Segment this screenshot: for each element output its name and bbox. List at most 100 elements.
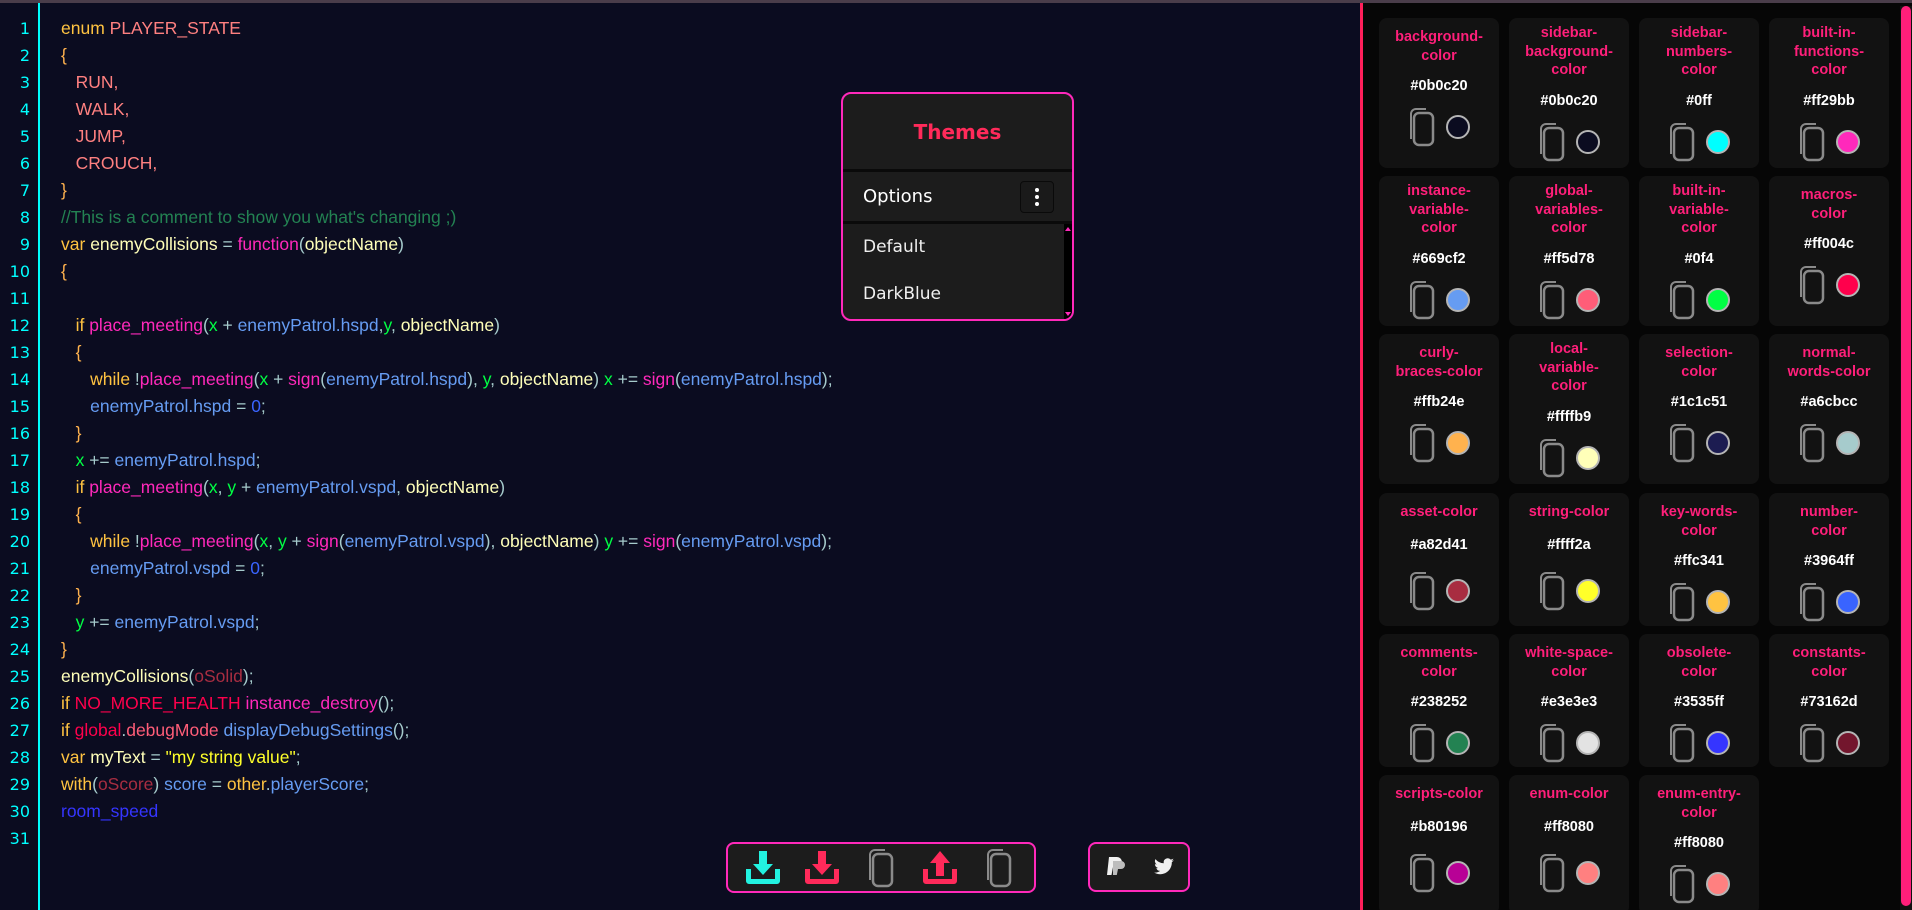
code-line[interactable] (61, 285, 833, 312)
theme-item-darkblue[interactable]: DarkBlue (843, 271, 1072, 318)
color-hex-value[interactable]: #3964ff (1769, 553, 1889, 569)
color-hex-value[interactable]: #3535ff (1639, 694, 1759, 710)
copy-icon[interactable] (1538, 280, 1566, 320)
color-swatch[interactable] (1836, 273, 1860, 297)
copy-icon[interactable] (1668, 582, 1696, 622)
color-hex-value[interactable]: #ff8080 (1639, 835, 1759, 851)
copy-icon[interactable] (1798, 723, 1826, 763)
code-line[interactable]: enum PLAYER_STATE (61, 15, 833, 42)
copy-icon[interactable] (1538, 122, 1566, 162)
copy-icon[interactable] (1408, 280, 1436, 320)
themes-list-scrollbar[interactable] (1064, 224, 1072, 319)
color-hex-value[interactable]: #ffff2a (1509, 537, 1629, 553)
color-swatch[interactable] (1576, 288, 1600, 312)
copy-icon[interactable] (1538, 853, 1566, 893)
color-hex-value[interactable]: #e3e3e3 (1509, 694, 1629, 710)
color-swatch[interactable] (1706, 431, 1730, 455)
code-line[interactable]: WALK, (61, 96, 833, 123)
paypal-button[interactable] (1093, 845, 1137, 889)
color-hex-value[interactable]: #ffc341 (1639, 553, 1759, 569)
color-hex-value[interactable]: #ffffb9 (1509, 409, 1629, 425)
color-hex-value[interactable]: #238252 (1379, 694, 1499, 710)
color-swatch[interactable] (1576, 579, 1600, 603)
sidebar-scrollbar[interactable] (1900, 6, 1912, 910)
scroll-down-arrow-icon[interactable] (1065, 312, 1071, 316)
color-hex-value[interactable]: #669cf2 (1379, 251, 1499, 267)
copy-icon[interactable] (1538, 438, 1566, 478)
code-line[interactable] (61, 825, 833, 852)
upload-theme-button[interactable] (918, 846, 962, 890)
code-editor[interactable]: 1234567891011121314151617181920212223242… (0, 3, 1360, 910)
copy-icon[interactable] (1668, 423, 1696, 463)
code-line[interactable]: var myText = "my string value"; (61, 744, 833, 771)
code-line[interactable]: room_speed (61, 798, 833, 825)
color-swatch[interactable] (1446, 115, 1470, 139)
color-hex-value[interactable]: #b80196 (1379, 819, 1499, 835)
copy-icon[interactable] (1408, 853, 1436, 893)
color-hex-value[interactable]: #0b0c20 (1509, 93, 1629, 109)
code-line[interactable]: { (61, 339, 833, 366)
color-swatch[interactable] (1446, 288, 1470, 312)
color-hex-value[interactable]: #ffb24e (1379, 394, 1499, 410)
color-swatch[interactable] (1836, 590, 1860, 614)
copy-icon[interactable] (1538, 571, 1566, 611)
copy-icon[interactable] (1668, 864, 1696, 904)
code-line[interactable]: if place_meeting(x, y + enemyPatrol.vspd… (61, 474, 833, 501)
code-line[interactable]: enemyPatrol.hspd = 0; (61, 393, 833, 420)
color-swatch[interactable] (1836, 130, 1860, 154)
code-line[interactable]: } (61, 420, 833, 447)
code-line[interactable]: enemyPatrol.vspd = 0; (61, 555, 833, 582)
code-line[interactable]: if place_meeting(x + enemyPatrol.hspd,y,… (61, 312, 833, 339)
color-swatch[interactable] (1706, 872, 1730, 896)
color-hex-value[interactable]: #a82d41 (1379, 537, 1499, 553)
color-swatch[interactable] (1706, 590, 1730, 614)
copy-icon[interactable] (1668, 122, 1696, 162)
color-hex-value[interactable]: #ff8080 (1509, 819, 1629, 835)
color-hex-value[interactable]: #73162d (1769, 694, 1889, 710)
copy-icon[interactable] (1798, 265, 1826, 305)
code-line[interactable]: while !place_meeting(x, y + sign(enemyPa… (61, 528, 833, 555)
color-hex-value[interactable]: #a6cbcc (1769, 394, 1889, 410)
color-hex-value[interactable]: #1c1c51 (1639, 394, 1759, 410)
code-line[interactable]: if global.debugMode displayDebugSettings… (61, 717, 833, 744)
color-swatch[interactable] (1706, 288, 1730, 312)
code-line[interactable]: y += enemyPatrol.vspd; (61, 609, 833, 636)
color-hex-value[interactable]: #0ff (1639, 93, 1759, 109)
color-swatch[interactable] (1446, 431, 1470, 455)
copy-icon[interactable] (1798, 423, 1826, 463)
code-line[interactable]: JUMP, (61, 123, 833, 150)
sidebar-scrollbar-thumb[interactable] (1901, 6, 1911, 906)
code-line[interactable]: } (61, 177, 833, 204)
code-line[interactable]: { (61, 42, 833, 69)
code-line[interactable]: enemyCollisions(oSolid); (61, 663, 833, 690)
color-hex-value[interactable]: #ff004c (1769, 236, 1889, 252)
copy-icon[interactable] (1668, 723, 1696, 763)
color-hex-value[interactable]: #ff29bb (1769, 93, 1889, 109)
code-line[interactable]: { (61, 258, 833, 285)
code-line[interactable]: } (61, 582, 833, 609)
twitter-button[interactable] (1142, 845, 1186, 889)
copy-icon[interactable] (1408, 571, 1436, 611)
import-theme-button[interactable] (741, 846, 785, 890)
color-swatch[interactable] (1446, 579, 1470, 603)
color-swatch[interactable] (1576, 861, 1600, 885)
code-line[interactable]: } (61, 636, 833, 663)
color-swatch[interactable] (1576, 731, 1600, 755)
download-theme-button[interactable] (800, 846, 844, 890)
copy-icon[interactable] (1408, 723, 1436, 763)
code-area[interactable]: enum PLAYER_STATE{ RUN, WALK, JUMP, CROU… (61, 15, 833, 852)
options-menu-button[interactable] (1020, 181, 1054, 213)
code-line[interactable]: while !place_meeting(x + sign(enemyPatro… (61, 366, 833, 393)
copy-icon[interactable] (1408, 107, 1436, 147)
copy-icon[interactable] (1798, 582, 1826, 622)
color-swatch[interactable] (1836, 431, 1860, 455)
color-swatch[interactable] (1836, 731, 1860, 755)
copy-icon[interactable] (1668, 280, 1696, 320)
code-line[interactable]: CROUCH, (61, 150, 833, 177)
color-swatch[interactable] (1576, 446, 1600, 470)
paste-theme-button[interactable] (977, 846, 1021, 890)
code-line[interactable]: RUN, (61, 69, 833, 96)
theme-item-default[interactable]: Default (843, 224, 1072, 271)
copy-icon[interactable] (1798, 122, 1826, 162)
color-hex-value[interactable]: #0f4 (1639, 251, 1759, 267)
